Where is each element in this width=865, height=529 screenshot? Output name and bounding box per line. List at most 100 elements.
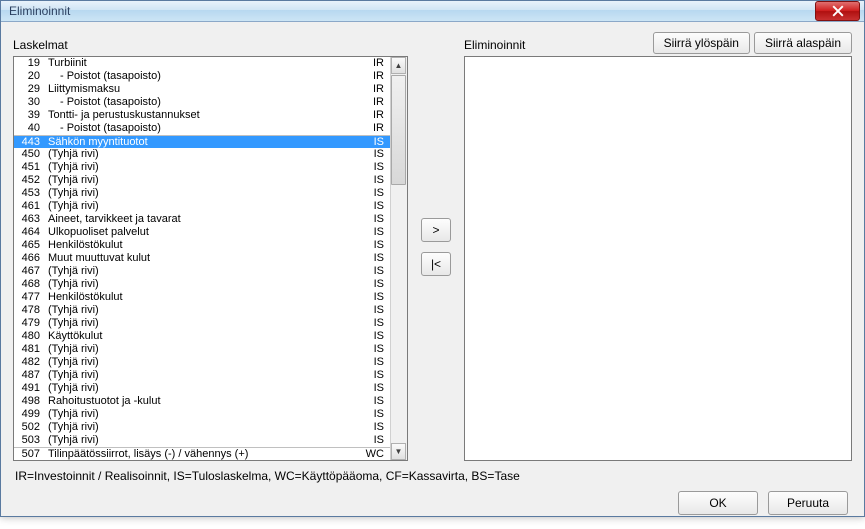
list-item[interactable]: 450(Tyhjä rivi)IS: [14, 148, 390, 161]
row-number: 452: [18, 174, 48, 187]
row-tag: IS: [362, 382, 386, 395]
row-number: 40: [18, 122, 48, 135]
move-up-button[interactable]: Siirrä ylöspäin: [653, 32, 750, 54]
list-item[interactable]: 481(Tyhjä rivi)IS: [14, 343, 390, 356]
list-item[interactable]: 461(Tyhjä rivi)IS: [14, 200, 390, 213]
list-item[interactable]: 480KäyttökulutIS: [14, 330, 390, 343]
row-name: (Tyhjä rivi): [48, 343, 362, 356]
row-tag: IR: [362, 96, 386, 109]
scroll-down-button[interactable]: ▼: [391, 443, 406, 460]
move-down-label: Siirrä alaspäin: [765, 36, 841, 50]
titlebar: Eliminoinnit: [1, 1, 864, 22]
row-number: 481: [18, 343, 48, 356]
list-item[interactable]: 498Rahoitustuotot ja -kulutIS: [14, 395, 390, 408]
row-name: Tontti- ja perustuskustannukset: [48, 109, 362, 122]
chevron-up-icon: ▲: [395, 62, 403, 70]
row-tag: IS: [362, 304, 386, 317]
row-tag: IS: [362, 434, 386, 447]
row-name: Henkilöstökulut: [48, 291, 362, 304]
list-item[interactable]: 468(Tyhjä rivi)IS: [14, 278, 390, 291]
left-header: Laskelmat: [13, 32, 408, 54]
source-listbox[interactable]: 19TurbiinitIR20- Poistot (tasapoisto)IR2…: [13, 56, 408, 461]
row-name: Tilinpäätössiirrot, lisäys (-) / vähenny…: [48, 448, 362, 461]
row-tag: IS: [362, 148, 386, 161]
list-item[interactable]: 503(Tyhjä rivi)IS: [14, 434, 390, 447]
list-item[interactable]: 467(Tyhjä rivi)IS: [14, 265, 390, 278]
move-buttons: Siirrä ylöspäin Siirrä alaspäin: [653, 32, 852, 54]
row-number: 20: [18, 70, 48, 83]
row-number: 19: [18, 57, 48, 70]
move-down-button[interactable]: Siirrä alaspäin: [754, 32, 852, 54]
row-number: 450: [18, 148, 48, 161]
row-number: 464: [18, 226, 48, 239]
add-button[interactable]: >: [421, 218, 451, 242]
row-name: (Tyhjä rivi): [48, 174, 362, 187]
cancel-button[interactable]: Peruuta: [768, 491, 848, 515]
row-name: Turbiinit: [48, 57, 362, 70]
row-number: 478: [18, 304, 48, 317]
row-name: Ulkopuoliset palvelut: [48, 226, 362, 239]
list-item[interactable]: 502(Tyhjä rivi)IS: [14, 421, 390, 434]
list-item[interactable]: 463Aineet, tarvikkeet ja tavaratIS: [14, 213, 390, 226]
list-item[interactable]: 499(Tyhjä rivi)IS: [14, 408, 390, 421]
row-tag: IS: [362, 369, 386, 382]
list-item[interactable]: 453(Tyhjä rivi)IS: [14, 187, 390, 200]
target-list-content: [465, 57, 851, 460]
list-item[interactable]: 29LiittymismaksuIR: [14, 83, 390, 96]
row-number: 451: [18, 161, 48, 174]
row-tag: IS: [362, 408, 386, 421]
close-icon: [832, 5, 844, 17]
row-number: 29: [18, 83, 48, 96]
row-name: (Tyhjä rivi): [48, 148, 362, 161]
row-tag: IS: [362, 226, 386, 239]
row-number: 482: [18, 356, 48, 369]
close-button[interactable]: [815, 1, 860, 21]
row-name: (Tyhjä rivi): [48, 408, 362, 421]
row-name: (Tyhjä rivi): [48, 304, 362, 317]
scrollbar[interactable]: ▲ ▼: [390, 57, 407, 460]
list-item[interactable]: 466Muut muuttuvat kulutIS: [14, 252, 390, 265]
list-item[interactable]: 452(Tyhjä rivi)IS: [14, 174, 390, 187]
scroll-thumb[interactable]: [391, 75, 406, 185]
eliminations-dialog: Eliminoinnit Laskelmat 19TurbiinitIR20- …: [0, 0, 865, 517]
list-item[interactable]: 487(Tyhjä rivi)IS: [14, 369, 390, 382]
list-item[interactable]: 478(Tyhjä rivi)IS: [14, 304, 390, 317]
row-number: 30: [18, 96, 48, 109]
row-number: 503: [18, 434, 48, 447]
row-tag: IR: [362, 122, 386, 135]
list-item[interactable]: 464Ulkopuoliset palvelutIS: [14, 226, 390, 239]
row-tag: IS: [362, 252, 386, 265]
list-item[interactable]: 19TurbiinitIR: [14, 57, 390, 70]
list-item[interactable]: 477HenkilöstökulutIS: [14, 291, 390, 304]
row-tag: IS: [362, 395, 386, 408]
target-listbox[interactable]: [464, 56, 852, 461]
list-item[interactable]: 507Tilinpäätössiirrot, lisäys (-) / vähe…: [14, 447, 390, 460]
row-tag: IS: [362, 421, 386, 434]
row-number: 499: [18, 408, 48, 421]
list-item[interactable]: 39Tontti- ja perustuskustannuksetIR: [14, 109, 390, 122]
remove-all-button[interactable]: |<: [421, 252, 451, 276]
list-item[interactable]: 40- Poistot (tasapoisto)IR: [14, 122, 390, 135]
row-tag: IS: [362, 291, 386, 304]
row-tag: IS: [362, 317, 386, 330]
middle-column: > |<: [416, 32, 456, 461]
list-item[interactable]: 491(Tyhjä rivi)IS: [14, 382, 390, 395]
list-item[interactable]: 482(Tyhjä rivi)IS: [14, 356, 390, 369]
list-item[interactable]: 443Sähkön myyntituototIS: [14, 135, 390, 148]
list-item[interactable]: 479(Tyhjä rivi)IS: [14, 317, 390, 330]
row-name: (Tyhjä rivi): [48, 200, 362, 213]
rewind-icon: |<: [431, 257, 441, 271]
row-name: Sähkön myyntituotot: [48, 136, 362, 149]
list-item[interactable]: 30- Poistot (tasapoisto)IR: [14, 96, 390, 109]
row-tag: IS: [362, 136, 386, 149]
scroll-up-button[interactable]: ▲: [391, 57, 406, 74]
list-item[interactable]: 465HenkilöstökulutIS: [14, 239, 390, 252]
list-item[interactable]: 451(Tyhjä rivi)IS: [14, 161, 390, 174]
chevron-down-icon: ▼: [395, 448, 403, 456]
row-number: 498: [18, 395, 48, 408]
row-name: (Tyhjä rivi): [48, 369, 362, 382]
move-up-label: Siirrä ylöspäin: [664, 36, 739, 50]
legend-text: IR=Investoinnit / Realisoinnit, IS=Tulos…: [13, 461, 852, 485]
list-item[interactable]: 20- Poistot (tasapoisto)IR: [14, 70, 390, 83]
ok-button[interactable]: OK: [678, 491, 758, 515]
